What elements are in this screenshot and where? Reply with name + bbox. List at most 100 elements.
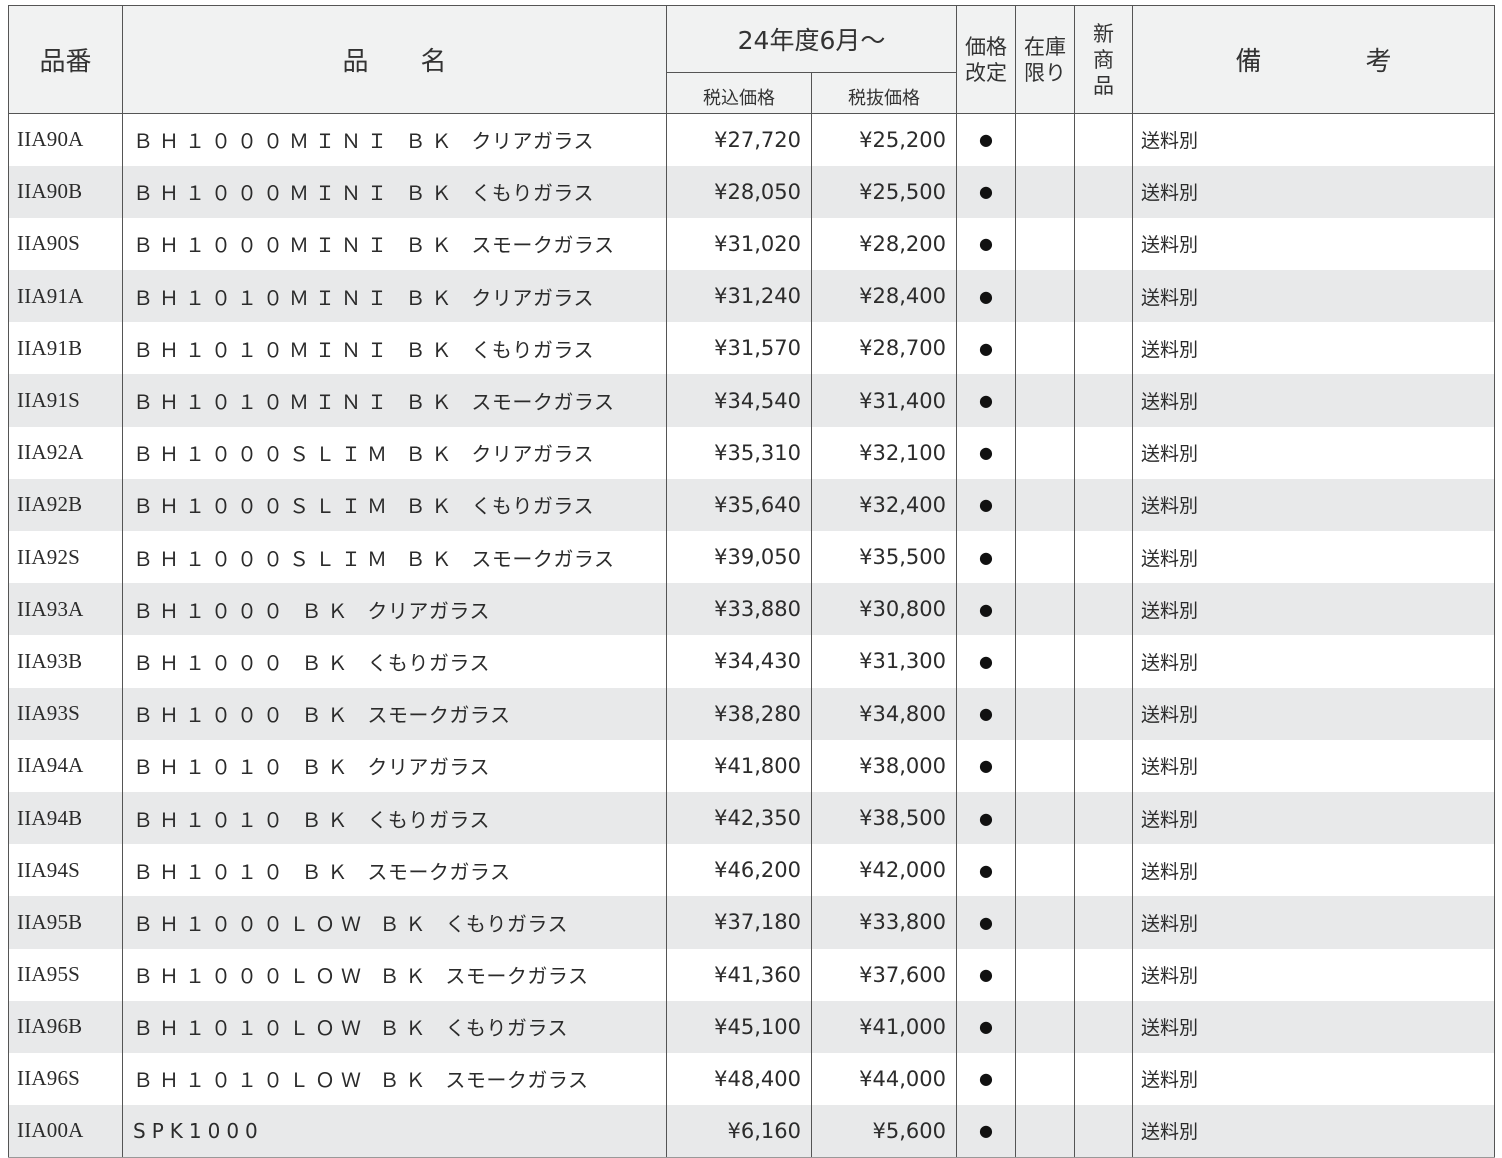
product-glass-type: くもりガラス bbox=[445, 911, 568, 936]
product-glass-type: くもりガラス bbox=[471, 181, 594, 206]
remark: 送料別 bbox=[1132, 270, 1495, 323]
price-tax-excluded: ¥28,200 bbox=[811, 217, 957, 271]
product-glass-type: スモークガラス bbox=[445, 964, 589, 989]
product-model: ＢＨ１０００ＳＬＩＭ ＢＫ bbox=[133, 442, 458, 467]
price-tax-included: ¥41,800 bbox=[666, 739, 812, 792]
product-model: SPK1000 bbox=[133, 1118, 264, 1143]
product-model: ＢＨ１０００ＬＯＷ ＢＫ bbox=[133, 964, 432, 989]
price-tax-included: ¥35,310 bbox=[666, 426, 812, 479]
product-code: IIA93S bbox=[8, 687, 123, 740]
limited-stock-mark bbox=[1015, 844, 1075, 897]
limited-stock-mark bbox=[1015, 1052, 1075, 1106]
price-tax-excluded: ¥34,800 bbox=[811, 687, 957, 740]
product-model: ＢＨ１０１０ ＢＫ bbox=[133, 859, 354, 884]
product-model: ＢＨ１０００ＭＩＮＩ ＢＫ bbox=[133, 233, 458, 258]
price-revision-mark: ● bbox=[956, 739, 1016, 792]
price-tax-included: ¥42,350 bbox=[666, 791, 812, 845]
price-revision-mark: ● bbox=[956, 635, 1016, 688]
product-glass-type: クリアガラス bbox=[367, 598, 490, 623]
new-product-mark bbox=[1074, 948, 1133, 1001]
price-tax-excluded: ¥31,400 bbox=[811, 374, 957, 427]
product-model: ＢＨ１０１０ＭＩＮＩ ＢＫ bbox=[133, 390, 458, 415]
price-tax-included: ¥34,430 bbox=[666, 635, 812, 688]
new-product-mark bbox=[1074, 844, 1133, 897]
product-glass-type: くもりガラス bbox=[367, 650, 490, 675]
product-name: ＢＨ１０００ＳＬＩＭ ＢＫ クリアガラス bbox=[122, 426, 667, 479]
product-name: ＢＨ１０００ＳＬＩＭ ＢＫ くもりガラス bbox=[122, 478, 667, 531]
product-name: ＢＨ１０１０ＭＩＮＩ ＢＫ くもりガラス bbox=[122, 322, 667, 375]
price-tax-included: ¥41,360 bbox=[666, 948, 812, 1001]
header-limited-stock: 在庫 限り bbox=[1015, 5, 1075, 114]
header-new-product-line2: 商 bbox=[1093, 47, 1114, 72]
product-name: ＢＨ１０００ＭＩＮＩ ＢＫ くもりガラス bbox=[122, 165, 667, 218]
limited-stock-mark bbox=[1015, 322, 1075, 375]
product-glass-type: くもりガラス bbox=[471, 494, 594, 519]
new-product-mark bbox=[1074, 1000, 1133, 1053]
product-name: ＢＨ１０１０ＬＯＷ ＢＫ くもりガラス bbox=[122, 1000, 667, 1053]
product-name: ＢＨ１０１０ＬＯＷ ＢＫ スモークガラス bbox=[122, 1052, 667, 1106]
product-model: ＢＨ１０１０ ＢＫ bbox=[133, 755, 354, 780]
new-product-mark bbox=[1074, 270, 1133, 323]
limited-stock-mark bbox=[1015, 791, 1075, 845]
price-tax-included: ¥31,020 bbox=[666, 217, 812, 271]
product-model: ＢＨ１０００ＭＩＮＩ ＢＫ bbox=[133, 181, 458, 206]
new-product-mark bbox=[1074, 478, 1133, 531]
product-code: IIA90S bbox=[8, 217, 123, 271]
header-limited-stock-line2: 限り bbox=[1024, 60, 1066, 85]
new-product-mark bbox=[1074, 374, 1133, 427]
price-tax-excluded: ¥37,600 bbox=[811, 948, 957, 1001]
remark: 送料別 bbox=[1132, 531, 1495, 584]
header-tax-excluded: 税抜価格 bbox=[811, 72, 957, 114]
new-product-mark bbox=[1074, 113, 1133, 166]
limited-stock-mark bbox=[1015, 687, 1075, 740]
price-tax-excluded: ¥25,500 bbox=[811, 165, 957, 218]
price-tax-excluded: ¥28,700 bbox=[811, 322, 957, 375]
new-product-mark bbox=[1074, 426, 1133, 479]
limited-stock-mark bbox=[1015, 531, 1075, 584]
header-limited-stock-line1: 在庫 bbox=[1024, 34, 1066, 59]
new-product-mark bbox=[1074, 791, 1133, 845]
product-name: ＢＨ１０１０ ＢＫ クリアガラス bbox=[122, 739, 667, 792]
limited-stock-mark bbox=[1015, 896, 1075, 949]
remark: 送料別 bbox=[1132, 791, 1495, 845]
price-tax-included: ¥31,570 bbox=[666, 322, 812, 375]
price-tax-included: ¥33,880 bbox=[666, 583, 812, 636]
product-code: IIA90B bbox=[8, 165, 123, 218]
price-tax-included: ¥38,280 bbox=[666, 687, 812, 740]
price-revision-mark: ● bbox=[956, 1105, 1016, 1158]
limited-stock-mark bbox=[1015, 635, 1075, 688]
product-name: ＢＨ１０００ＭＩＮＩ ＢＫ クリアガラス bbox=[122, 113, 667, 166]
table-row: IIA94S ＢＨ１０１０ ＢＫ スモークガラス ¥46,200 ¥42,000 ● 送料別 bbox=[8, 844, 1495, 897]
product-model: ＢＨ１０００ ＢＫ bbox=[133, 703, 354, 728]
product-name: SPK1000 bbox=[122, 1105, 667, 1158]
header-price-revision-line1: 価格 bbox=[965, 34, 1007, 59]
product-glass-type: くもりガラス bbox=[445, 1016, 568, 1041]
table-row: IIA91A ＢＨ１０１０ＭＩＮＩ ＢＫ クリアガラス ¥31,240 ¥28,400 ●… bbox=[8, 270, 1495, 323]
product-model: ＢＨ１０００ＳＬＩＭ ＢＫ bbox=[133, 494, 458, 519]
price-tax-included: ¥34,540 bbox=[666, 374, 812, 427]
product-name: ＢＨ１０００ ＢＫ くもりガラス bbox=[122, 635, 667, 688]
price-tax-excluded: ¥31,300 bbox=[811, 635, 957, 688]
price-tax-included: ¥46,200 bbox=[666, 844, 812, 897]
product-name: ＢＨ１０００ＬＯＷ ＢＫ くもりガラス bbox=[122, 896, 667, 949]
price-revision-mark: ● bbox=[956, 322, 1016, 375]
header-remarks: 備 考 bbox=[1132, 5, 1495, 114]
product-code: IIA94A bbox=[8, 739, 123, 792]
product-model: ＢＨ１０１０ＬＯＷ ＢＫ bbox=[133, 1068, 432, 1093]
product-model: ＢＨ１０１０ ＢＫ bbox=[133, 807, 354, 832]
product-name: ＢＨ１０００ ＢＫ クリアガラス bbox=[122, 583, 667, 636]
price-tax-included: ¥45,100 bbox=[666, 1000, 812, 1053]
product-glass-type: スモークガラス bbox=[367, 859, 511, 884]
header-code: 品番 bbox=[8, 5, 123, 114]
product-code: IIA90A bbox=[8, 113, 123, 166]
product-name: ＢＨ１０１０ＭＩＮＩ ＢＫ スモークガラス bbox=[122, 374, 667, 427]
limited-stock-mark bbox=[1015, 1105, 1075, 1158]
header-period: 24年度6月～ bbox=[666, 5, 957, 73]
price-tax-included: ¥39,050 bbox=[666, 531, 812, 584]
product-name: ＢＨ１０００ＳＬＩＭ ＢＫ スモークガラス bbox=[122, 531, 667, 584]
product-code: IIA95B bbox=[8, 896, 123, 949]
price-tax-excluded: ¥41,000 bbox=[811, 1000, 957, 1053]
table-row: IIA00A SPK1000 ¥6,160 ¥5,600 ● 送料別 bbox=[8, 1105, 1495, 1158]
product-name: ＢＨ１０００ＭＩＮＩ ＢＫ スモークガラス bbox=[122, 217, 667, 271]
price-revision-mark: ● bbox=[956, 217, 1016, 271]
